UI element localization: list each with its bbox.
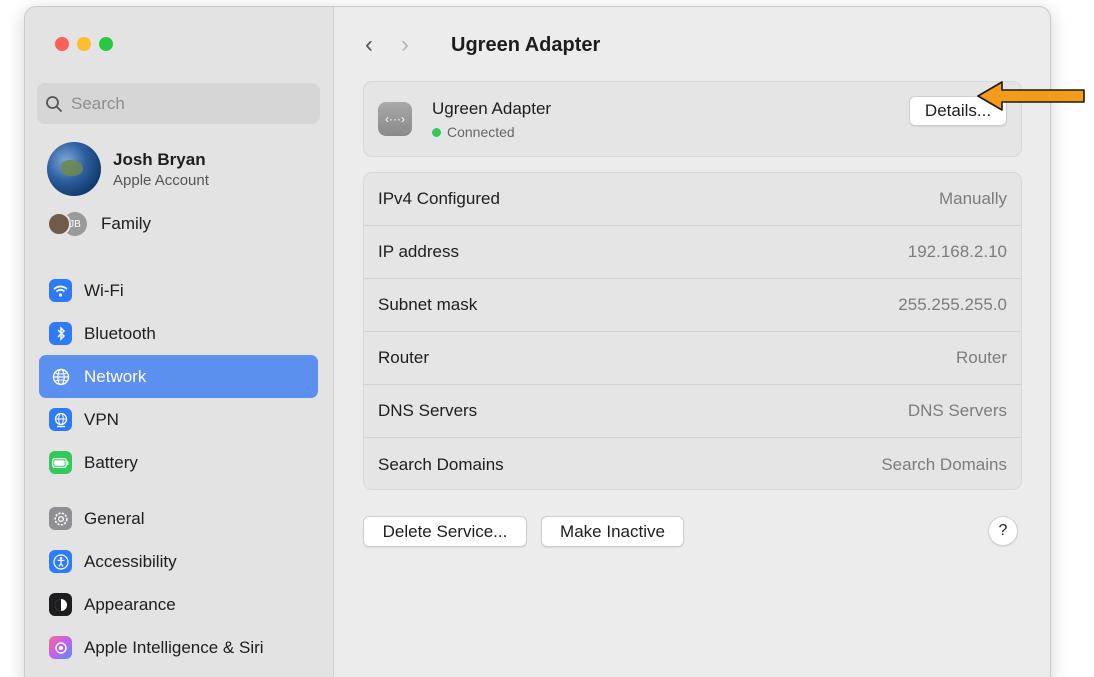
sidebar-item-label: Battery bbox=[84, 452, 138, 472]
avatar bbox=[47, 142, 101, 196]
apple-account-item[interactable]: Josh Bryan Apple Account bbox=[47, 142, 209, 196]
row-value: 255.255.255.0 bbox=[898, 295, 1007, 314]
sidebar-item-wifi[interactable]: Wi-Fi bbox=[39, 269, 318, 312]
info-row-search-domains: Search Domains Search Domains bbox=[364, 438, 1021, 491]
row-value: Manually bbox=[938, 189, 1007, 208]
row-value: Search Domains bbox=[881, 454, 1007, 474]
row-value: DNS Servers bbox=[907, 401, 1007, 420]
bluetooth-icon bbox=[49, 322, 72, 345]
appearance-icon bbox=[49, 593, 72, 616]
search-placeholder: Search bbox=[71, 93, 125, 113]
gear-icon bbox=[49, 507, 72, 530]
sidebar: Search Josh Bryan Apple Account JB Famil… bbox=[25, 7, 334, 677]
ethernet-adapter-icon: ‹···› bbox=[378, 102, 412, 136]
info-row-ipv4: IPv4 Configured Manually bbox=[364, 173, 1021, 226]
row-label: Router bbox=[378, 348, 430, 367]
sidebar-item-vpn[interactable]: VPN bbox=[39, 398, 318, 441]
row-label: Search Domains bbox=[378, 454, 504, 474]
sidebar-nav-system-group: General Accessibility Appearance Apple I… bbox=[39, 497, 318, 669]
traffic-lights bbox=[55, 37, 113, 51]
vpn-globe-icon bbox=[49, 408, 72, 431]
row-value: Router bbox=[955, 348, 1007, 367]
sidebar-item-accessibility[interactable]: Accessibility bbox=[39, 540, 318, 583]
info-row-dns-servers: DNS Servers DNS Servers bbox=[364, 385, 1021, 438]
family-member-avatar bbox=[47, 212, 71, 236]
wifi-icon bbox=[49, 279, 72, 302]
row-label: Subnet mask bbox=[378, 295, 478, 314]
sidebar-item-siri[interactable]: Apple Intelligence & Siri bbox=[39, 626, 318, 669]
status-label: Connected bbox=[447, 124, 515, 140]
sidebar-item-label: Network bbox=[84, 366, 147, 386]
sidebar-nav-network-group: Wi-Fi Bluetooth Network VPN Battery bbox=[39, 269, 318, 484]
sidebar-item-label: Wi-Fi bbox=[84, 280, 124, 300]
siri-icon bbox=[49, 636, 72, 659]
page-title: Ugreen Adapter bbox=[451, 33, 601, 56]
adapter-card: ‹···› Ugreen Adapter Connected Details..… bbox=[363, 81, 1022, 157]
annotation-arrow-icon bbox=[977, 81, 1085, 111]
network-globe-icon bbox=[49, 365, 72, 388]
row-value: 192.168.2.10 bbox=[907, 242, 1007, 261]
accessibility-icon bbox=[49, 550, 72, 573]
battery-icon bbox=[49, 451, 72, 474]
settings-window: Search Josh Bryan Apple Account JB Famil… bbox=[24, 6, 1051, 677]
row-label: IP address bbox=[378, 242, 459, 261]
main-pane: ‹ › Ugreen Adapter ‹···› Ugreen Adapter … bbox=[335, 7, 1050, 677]
family-item[interactable]: JB Family bbox=[47, 212, 151, 236]
ip-info-card: IPv4 Configured Manually IP address 192.… bbox=[363, 172, 1022, 490]
account-name: Josh Bryan bbox=[113, 149, 206, 169]
help-button[interactable]: ? bbox=[988, 516, 1018, 546]
family-label: Family bbox=[101, 214, 152, 233]
toolbar: ‹ › Ugreen Adapter bbox=[365, 31, 600, 59]
sidebar-item-label: Apple Intelligence & Siri bbox=[84, 637, 264, 657]
info-row-subnet-mask: Subnet mask 255.255.255.0 bbox=[364, 279, 1021, 332]
sidebar-item-label: Bluetooth bbox=[84, 323, 156, 343]
status-dot-icon bbox=[432, 127, 441, 137]
sidebar-item-label: Appearance bbox=[84, 594, 176, 614]
search-input[interactable]: Search bbox=[37, 83, 320, 124]
info-row-ip-address: IP address 192.168.2.10 bbox=[364, 226, 1021, 279]
connection-status: Connected bbox=[432, 124, 515, 140]
sidebar-item-network[interactable]: Network bbox=[39, 355, 318, 398]
sidebar-item-label: General bbox=[84, 508, 145, 528]
row-label: DNS Servers bbox=[378, 401, 478, 420]
make-inactive-button[interactable]: Make Inactive bbox=[541, 516, 684, 547]
delete-service-button[interactable]: Delete Service... bbox=[363, 516, 527, 547]
close-window-button[interactable] bbox=[55, 37, 69, 51]
sidebar-item-bluetooth[interactable]: Bluetooth bbox=[39, 312, 318, 355]
info-row-router: Router Router bbox=[364, 332, 1021, 385]
search-icon bbox=[46, 95, 62, 112]
sidebar-item-appearance[interactable]: Appearance bbox=[39, 583, 318, 626]
forward-chevron-icon[interactable]: › bbox=[401, 31, 437, 59]
back-chevron-icon[interactable]: ‹ bbox=[365, 31, 401, 59]
row-label: IPv4 Configured bbox=[378, 189, 500, 208]
sidebar-item-label: VPN bbox=[84, 409, 119, 429]
sidebar-item-label: Accessibility bbox=[84, 551, 177, 571]
sidebar-item-general[interactable]: General bbox=[39, 497, 318, 540]
zoom-window-button[interactable] bbox=[99, 37, 113, 51]
adapter-name: Ugreen Adapter bbox=[432, 99, 552, 118]
account-subtitle: Apple Account bbox=[113, 171, 209, 189]
sidebar-item-battery[interactable]: Battery bbox=[39, 441, 318, 484]
minimize-window-button[interactable] bbox=[77, 37, 91, 51]
